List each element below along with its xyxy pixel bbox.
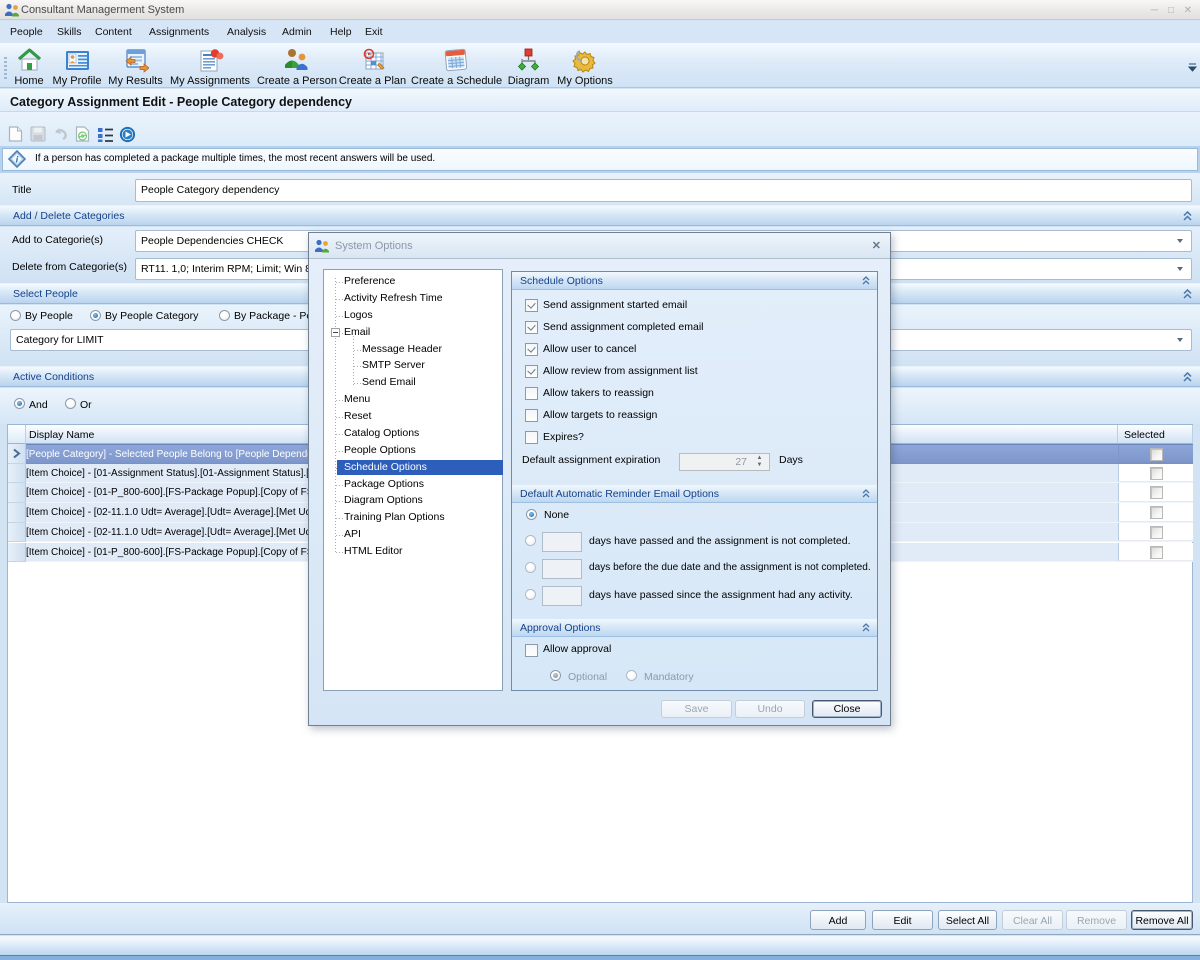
svg-text:i: i (16, 155, 19, 166)
